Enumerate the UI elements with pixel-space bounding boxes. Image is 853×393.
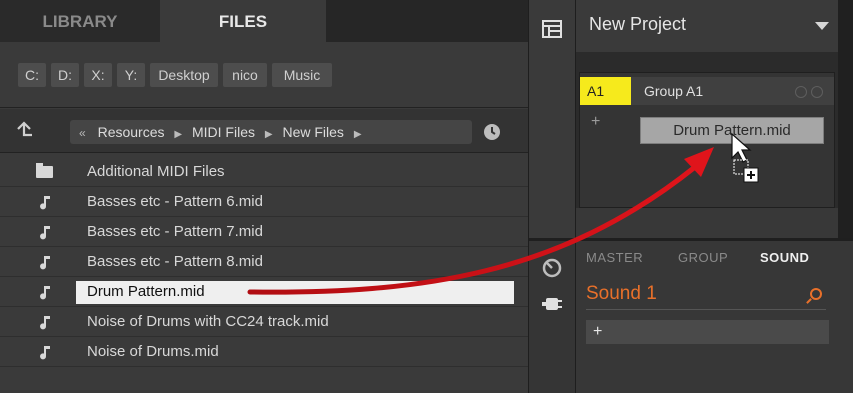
breadcrumb: « Resources ▶ MIDI Files ▶ New Files ▶	[70, 120, 472, 144]
parent-folder-icon[interactable]	[15, 121, 33, 141]
chevron-down-icon[interactable]	[815, 22, 829, 30]
power-icon[interactable]	[811, 86, 823, 98]
tab-sound[interactable]: SOUND	[760, 250, 809, 265]
search-icon[interactable]	[810, 288, 822, 300]
arranger-view-icon[interactable]	[542, 20, 562, 38]
file-name: Additional MIDI Files	[87, 163, 225, 180]
midi-note-icon	[40, 256, 50, 270]
add-pattern-button[interactable]: +	[591, 113, 600, 131]
list-item-selected[interactable]: Drum Pattern.mid	[0, 277, 528, 307]
drive-d-button[interactable]: D:	[51, 63, 79, 87]
group-area: A1 Group A1 + Drum Pattern.mid	[579, 72, 835, 208]
file-name: Noise of Drums with CC24 track.mid	[87, 313, 329, 330]
side-rail	[528, 0, 576, 393]
divider-strip	[576, 208, 838, 238]
chevron-right-icon: ▶	[264, 129, 273, 140]
breadcrumb-item[interactable]: MIDI Files	[192, 120, 255, 144]
tab-master[interactable]: MASTER	[586, 250, 643, 265]
list-item[interactable]: Basses etc - Pattern 8.mid	[0, 247, 528, 277]
drive-x-button[interactable]: X:	[84, 63, 112, 87]
file-name: Noise of Drums.mid	[87, 343, 219, 360]
knob-icon[interactable]	[542, 258, 562, 278]
file-name: Basses etc - Pattern 7.mid	[87, 223, 263, 240]
midi-note-icon	[40, 196, 50, 210]
desktop-button[interactable]: Desktop	[150, 63, 218, 87]
add-plugin-button[interactable]: +	[586, 320, 829, 344]
file-list: Additional MIDI Files Basses etc - Patte…	[0, 157, 528, 367]
divider	[586, 309, 826, 310]
list-item[interactable]: Additional MIDI Files	[0, 157, 528, 187]
breadcrumb-item[interactable]: Resources	[98, 120, 165, 144]
midi-note-icon	[40, 226, 50, 240]
project-header: New Project	[576, 0, 838, 52]
music-button[interactable]: Music	[272, 63, 332, 87]
divider	[529, 238, 575, 241]
scrollbar[interactable]	[838, 0, 853, 238]
chevron-right-icon: ▶	[174, 129, 183, 140]
plugin-icon[interactable]	[542, 295, 562, 313]
tab-library[interactable]: LIBRARY	[0, 0, 160, 42]
drive-c-button[interactable]: C:	[18, 63, 46, 87]
midi-note-icon	[40, 286, 50, 300]
drag-ghost: Drum Pattern.mid	[640, 117, 824, 144]
history-icon[interactable]	[484, 124, 500, 140]
rail-top	[529, 0, 575, 238]
tab-files[interactable]: FILES	[160, 0, 326, 42]
tab-group[interactable]: GROUP	[678, 250, 728, 265]
file-name: Basses etc - Pattern 6.mid	[87, 193, 263, 210]
list-item[interactable]: Noise of Drums with CC24 track.mid	[0, 307, 528, 337]
path-bar: « Resources ▶ MIDI Files ▶ New Files ▶	[0, 109, 528, 153]
mute-icon[interactable]	[795, 86, 807, 98]
drive-y-button[interactable]: Y:	[117, 63, 145, 87]
browser-panel: LIBRARY FILES C: D: X: Y: Desktop nico M…	[0, 0, 528, 393]
folder-icon	[36, 163, 53, 178]
midi-note-icon	[40, 346, 50, 360]
list-item[interactable]: Basses etc - Pattern 7.mid	[0, 217, 528, 247]
list-item[interactable]: Noise of Drums.mid	[0, 337, 528, 367]
nico-button[interactable]: nico	[223, 63, 267, 87]
back-icon[interactable]: «	[79, 121, 86, 145]
file-name: Basses etc - Pattern 8.mid	[87, 253, 263, 270]
sound-panel: MASTER GROUP SOUND Sound 1 +	[576, 241, 853, 393]
project-title: New Project	[589, 14, 687, 34]
file-name: Drum Pattern.mid	[87, 283, 205, 300]
browser-tabs: LIBRARY FILES	[0, 0, 528, 42]
group-name: Group A1	[644, 83, 704, 99]
group-row[interactable]: A1 Group A1	[580, 77, 834, 105]
sound-name: Sound 1	[586, 283, 657, 304]
drive-bar: C: D: X: Y: Desktop nico Music	[0, 42, 528, 108]
breadcrumb-item[interactable]: New Files	[282, 120, 343, 144]
midi-note-icon	[40, 316, 50, 330]
sound-panel-tabs: MASTER GROUP SOUND	[576, 250, 838, 272]
list-item[interactable]: Basses etc - Pattern 6.mid	[0, 187, 528, 217]
group-badge: A1	[580, 77, 631, 105]
chevron-right-icon[interactable]: ▶	[354, 123, 362, 147]
arranger-panel: New Project A1 Group A1 + Drum Pattern.m…	[576, 0, 853, 393]
